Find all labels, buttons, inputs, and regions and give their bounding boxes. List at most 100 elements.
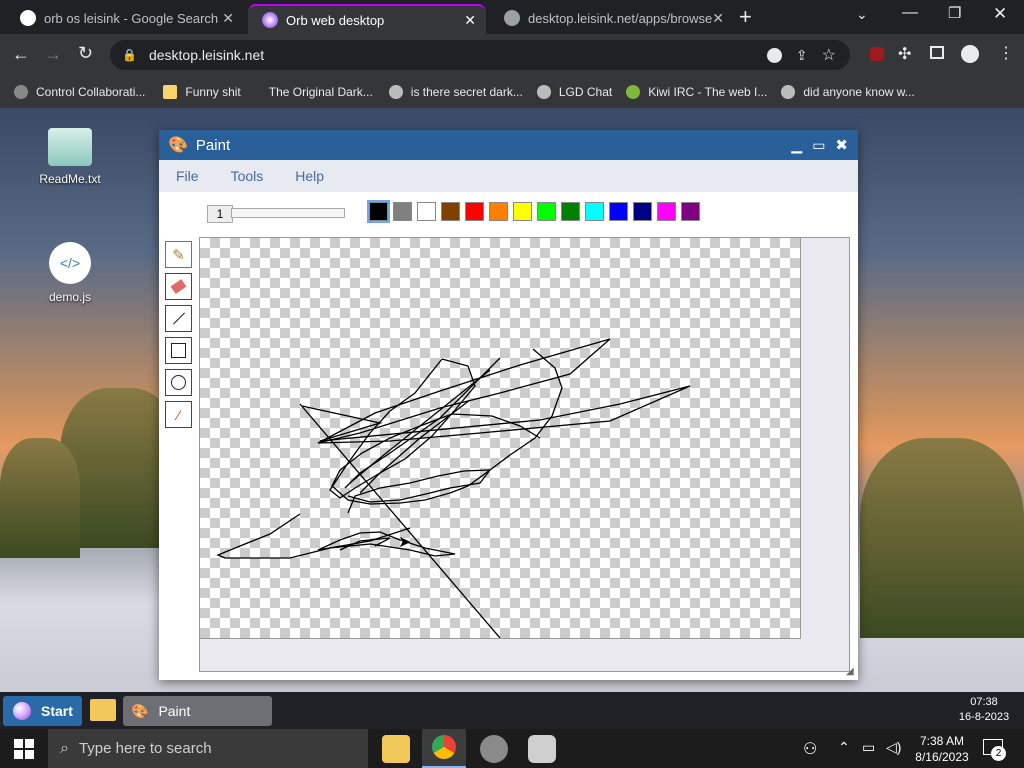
circle-icon — [171, 375, 186, 390]
color-swatch[interactable] — [393, 202, 412, 221]
file-explorer-icon[interactable] — [90, 699, 116, 721]
line-tool[interactable] — [165, 305, 192, 332]
url-text: desktop.leisink.net — [148, 47, 265, 63]
app-icon[interactable] — [480, 735, 508, 763]
text-file-icon — [48, 128, 92, 166]
system-clock[interactable]: 7:38 AM 8/16/2023 — [912, 733, 972, 765]
color-swatch[interactable] — [465, 202, 484, 221]
color-swatch[interactable] — [633, 202, 652, 221]
profile-icon[interactable] — [961, 45, 979, 63]
color-swatch[interactable] — [369, 202, 388, 221]
globe-icon — [388, 85, 403, 99]
globe-icon — [536, 85, 551, 99]
color-swatch[interactable] — [609, 202, 628, 221]
color-picker-icon: ⁄ — [177, 406, 180, 423]
bookmark-item[interactable]: Control Collaborati... — [14, 85, 145, 99]
close-icon[interactable]: ✕ — [712, 10, 724, 27]
desktop-icon-readme[interactable]: ReadMe.txt — [34, 128, 106, 186]
chevron-up-icon[interactable]: ⌃ — [838, 739, 850, 756]
side-panel-icon[interactable] — [930, 46, 944, 59]
tab-label: desktop.leisink.net/apps/browse — [528, 10, 713, 26]
color-swatch[interactable] — [489, 202, 508, 221]
forward-icon[interactable]: → — [44, 44, 62, 65]
people-icon[interactable]: ⚇ — [803, 739, 817, 759]
star-icon[interactable]: ☆ — [822, 45, 836, 65]
lock-icon: 🔒 — [122, 48, 137, 62]
color-swatch[interactable] — [585, 202, 604, 221]
eraser-tool[interactable] — [165, 273, 192, 300]
color-swatch[interactable] — [657, 202, 676, 221]
ublock-icon[interactable] — [870, 47, 884, 61]
start-button[interactable]: Start — [3, 696, 82, 726]
color-swatch[interactable] — [513, 202, 532, 221]
address-bar[interactable]: 🔒 desktop.leisink.net ⇪ ☆ — [110, 40, 850, 70]
taskbar-search-box[interactable]: ⌕ Type here to search — [48, 729, 368, 768]
tab-search-icon[interactable]: ⌄ — [856, 6, 868, 23]
color-swatch[interactable] — [417, 202, 436, 221]
windows-start-icon[interactable] — [14, 739, 34, 759]
menu-icon[interactable]: ⋮ — [998, 43, 1014, 63]
reload-icon[interactable]: ↻ — [78, 43, 93, 64]
close-window-icon[interactable]: ✕ — [993, 4, 1007, 24]
resize-grip-icon[interactable]: ◢ — [846, 666, 854, 677]
back-icon[interactable]: ← — [12, 44, 30, 65]
brush-icon: ✎ — [172, 246, 185, 264]
app-icon[interactable] — [528, 735, 556, 763]
wallpaper-grass — [0, 438, 80, 558]
scribble-drawing — [216, 338, 691, 638]
minimize-icon[interactable]: — — [902, 4, 918, 22]
bookmark-item[interactable]: Funny shit — [163, 85, 241, 99]
circle-tool[interactable] — [165, 369, 192, 396]
restore-icon[interactable]: ❐ — [948, 4, 961, 22]
color-swatch[interactable] — [681, 202, 700, 221]
new-tab-button[interactable]: + — [739, 4, 752, 30]
share-icon[interactable]: ⇪ — [796, 47, 808, 64]
orb-icon — [262, 12, 278, 28]
rectangle-tool[interactable] — [165, 337, 192, 364]
color-swatch[interactable] — [537, 202, 556, 221]
maximize-icon[interactable]: ▭ — [812, 137, 825, 154]
network-icon[interactable]: ▭ — [862, 739, 875, 756]
bookmark-item[interactable]: Kiwi IRC - The web I... — [626, 85, 767, 99]
menu-file[interactable]: File — [176, 168, 199, 184]
window-title: Paint — [195, 136, 231, 154]
brush-tool[interactable]: ✎ — [165, 241, 192, 268]
minimize-icon[interactable]: ▁ — [791, 137, 802, 154]
color-swatch[interactable] — [561, 202, 580, 221]
extensions-icon[interactable]: ✣ — [898, 44, 911, 64]
bookmarks-bar: Control Collaborati... Funny shit The Or… — [0, 76, 1024, 109]
close-icon[interactable]: ✖ — [835, 136, 848, 154]
menu-help[interactable]: Help — [295, 168, 324, 184]
menu-tools[interactable]: Tools — [231, 168, 264, 184]
drawing-canvas[interactable] — [200, 238, 801, 639]
desktop-icon-demo[interactable]: </> demo.js — [34, 242, 106, 304]
chrome-icon — [432, 735, 456, 759]
eraser-icon — [170, 279, 187, 294]
close-icon[interactable]: ✕ — [222, 10, 234, 27]
canvas-area — [199, 237, 850, 672]
color-swatch[interactable] — [441, 202, 460, 221]
chrome-taskbar-button[interactable] — [422, 729, 466, 768]
palette-icon: 🎨 — [131, 702, 149, 719]
mouse-cursor-icon: ➤ — [398, 534, 412, 551]
volume-icon[interactable]: ◁) — [886, 739, 901, 756]
bookmark-item[interactable]: did anyone know w... — [781, 85, 915, 99]
file-explorer-icon[interactable] — [382, 735, 410, 763]
tab-apps-browser[interactable]: desktop.leisink.net/apps/browse ✕ — [490, 4, 724, 32]
paint-title-bar[interactable]: 🎨 Paint ▁ ▭ ✖ — [159, 130, 858, 160]
bookmark-item[interactable]: LGD Chat — [536, 85, 612, 99]
google-icon — [20, 10, 36, 26]
color-picker-tool[interactable]: ⁄ — [165, 401, 192, 428]
notification-badge: 2 — [991, 746, 1006, 761]
bookmark-item[interactable]: The Original Dark... — [269, 85, 373, 99]
tab-google-search[interactable]: orb os leisink - Google Search ✕ — [6, 4, 244, 32]
bookmark-item[interactable]: is there secret dark... — [388, 85, 523, 99]
google-lens-icon[interactable] — [766, 47, 782, 63]
rectangle-icon — [171, 343, 186, 358]
brush-size-slider[interactable] — [231, 208, 345, 218]
tab-orb-web-desktop[interactable]: Orb web desktop ✕ — [248, 4, 486, 34]
palette-icon: 🎨 — [168, 137, 188, 154]
kiwi-icon — [626, 85, 641, 99]
taskbar-paint-button[interactable]: 🎨 Paint — [123, 696, 272, 726]
close-icon[interactable]: ✕ — [464, 12, 476, 29]
